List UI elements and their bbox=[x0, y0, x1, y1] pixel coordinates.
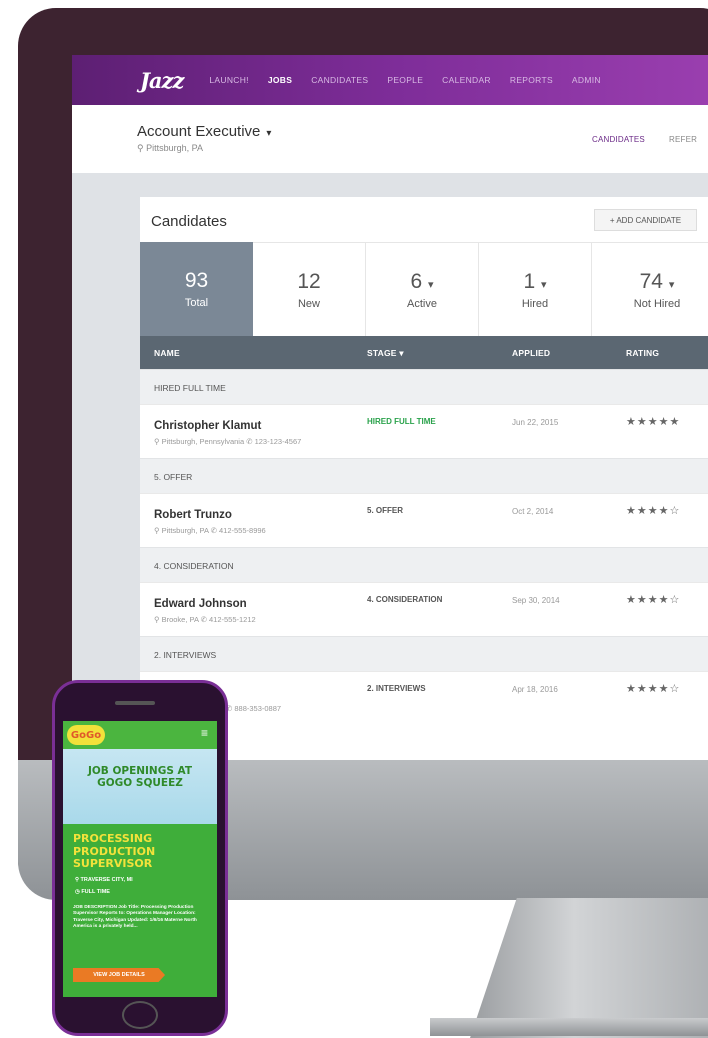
title-line: PROCESSING bbox=[73, 832, 153, 845]
caret-down-icon: ▾ bbox=[428, 278, 434, 291]
gogo-logo[interactable]: GoGo bbox=[67, 725, 105, 745]
table-row[interactable]: Christopher Klamut ⚲ Pittsburgh, Pennsyl… bbox=[140, 404, 708, 458]
stat-label: New bbox=[297, 297, 320, 310]
stat-hired[interactable]: 1 ▾ Hired bbox=[479, 242, 592, 336]
job-posting-title: PROCESSING PRODUCTION SUPERVISOR bbox=[73, 832, 213, 871]
nav-item-people[interactable]: PEOPLE bbox=[387, 75, 423, 85]
phone-speaker bbox=[115, 701, 155, 705]
stat-label: Total bbox=[184, 297, 209, 309]
column-header-stage[interactable]: STAGE ▾ bbox=[367, 348, 404, 359]
stat-total[interactable]: 93 Total bbox=[140, 242, 253, 336]
candidate-meta: ⚲ Pittsburgh, Pennsylvania ✆ 123-123-456… bbox=[154, 437, 302, 446]
group-header: 5. OFFER bbox=[140, 458, 708, 493]
candidate-name[interactable]: Robert Trunzo bbox=[154, 509, 232, 521]
star-rating: ★★★★☆ bbox=[626, 594, 681, 606]
candidate-meta: ⚲ Brooke, PA ✆ 412-555-1212 bbox=[154, 615, 256, 624]
panel-title: Candidates bbox=[151, 213, 227, 230]
nav-item-launch[interactable]: LAUNCH! bbox=[209, 75, 248, 85]
group-header: HIRED FULL TIME bbox=[140, 369, 708, 404]
column-header-applied[interactable]: APPLIED bbox=[512, 348, 550, 358]
phone-device: GoGo ≡ JOB OPENINGS AT GOGO SQUEEZ PROCE… bbox=[52, 680, 228, 1036]
candidate-name[interactable]: Christopher Klamut bbox=[154, 420, 261, 432]
candidates-panel: Candidates + ADD CANDIDATE 93 Total 12 N… bbox=[140, 197, 708, 760]
candidate-applied-date: Sep 30, 2014 bbox=[512, 596, 560, 605]
star-rating: ★★★★☆ bbox=[626, 683, 681, 695]
candidate-applied-date: Jun 22, 2015 bbox=[512, 418, 559, 427]
candidate-stage: HIRED FULL TIME bbox=[367, 417, 436, 426]
job-location: ⚲ Pittsburgh, PA bbox=[137, 143, 203, 153]
candidate-applied-date: Oct 2, 2014 bbox=[512, 507, 554, 516]
stat-active[interactable]: 6 ▾ Active bbox=[366, 242, 479, 336]
star-rating: ★★★★☆ bbox=[626, 505, 681, 517]
caret-down-icon: ▾ bbox=[668, 278, 675, 291]
stats-bar: 93 Total 12 New 6 ▾ Active 1 ▾ Hired 74 … bbox=[140, 242, 708, 336]
stat-label: Active bbox=[407, 297, 437, 310]
group-label: 5. OFFER bbox=[154, 472, 193, 482]
stat-number: 1 bbox=[523, 269, 536, 293]
top-nav: Jazz LAUNCH! JOBS CANDIDATES PEOPLE CALE… bbox=[72, 55, 708, 105]
candidate-meta: ✆ 888-353-0887 bbox=[226, 704, 282, 713]
phone-screen: GoGo ≡ JOB OPENINGS AT GOGO SQUEEZ PROCE… bbox=[63, 721, 217, 997]
group-header: 2. INTERVIEWS bbox=[140, 636, 708, 671]
column-header-name[interactable]: NAME bbox=[154, 348, 180, 358]
candidate-stage: 2. INTERVIEWS bbox=[367, 684, 426, 693]
job-type: ◷ FULL TIME bbox=[75, 889, 110, 895]
group-header: 4. CONSIDERATION bbox=[140, 547, 708, 582]
stat-not-hired[interactable]: 74 ▾ Not Hired bbox=[592, 242, 708, 336]
column-header-rating[interactable]: RATING bbox=[626, 348, 659, 358]
table-header: NAME STAGE ▾ APPLIED RATING bbox=[140, 336, 708, 369]
candidate-stage: 4. CONSIDERATION bbox=[367, 595, 443, 604]
tab-candidates[interactable]: CANDIDATES bbox=[592, 135, 645, 144]
job-title-dropdown[interactable]: Account Executive ▾ bbox=[137, 123, 271, 140]
heading-line: GOGO SQUEEZ bbox=[97, 777, 183, 790]
nav-item-jobs[interactable]: JOBS bbox=[268, 75, 292, 85]
hamburger-menu-icon[interactable]: ≡ bbox=[201, 726, 208, 740]
job-title: Account Executive bbox=[137, 123, 261, 140]
candidate-stage: 5. OFFER bbox=[367, 506, 404, 515]
nav-item-admin[interactable]: ADMIN bbox=[572, 75, 601, 85]
caret-down-icon: ▾ bbox=[541, 278, 547, 291]
phone-heading: JOB OPENINGS AT GOGO SQUEEZ bbox=[63, 765, 217, 789]
stat-label: Hired bbox=[521, 297, 549, 310]
caret-down-icon: ▾ bbox=[266, 128, 272, 139]
group-label: 2. INTERVIEWS bbox=[154, 650, 217, 660]
title-line: SUPERVISOR bbox=[73, 857, 153, 871]
job-location: ⚲ TRAVERSE CITY, MI bbox=[75, 877, 133, 883]
stat-value: 12 bbox=[297, 269, 321, 293]
stat-label: Not Hired bbox=[633, 297, 681, 310]
group-label: HIRED FULL TIME bbox=[154, 383, 226, 393]
monitor-screen: Jazz LAUNCH! JOBS CANDIDATES PEOPLE CALE… bbox=[72, 55, 708, 760]
nav-item-candidates[interactable]: CANDIDATES bbox=[311, 75, 368, 85]
add-candidate-button[interactable]: + ADD CANDIDATE bbox=[594, 209, 697, 231]
stat-value: 74 ▾ bbox=[640, 270, 675, 294]
stat-number: 6 bbox=[410, 269, 423, 293]
phone-home-button[interactable] bbox=[122, 1001, 158, 1029]
job-header: Account Executive ▾ ⚲ Pittsburgh, PA CAND… bbox=[72, 105, 708, 173]
star-rating: ★★★★★ bbox=[626, 416, 681, 428]
stat-value: 1 ▾ bbox=[523, 270, 546, 294]
app-logo[interactable]: Jazz bbox=[140, 68, 184, 93]
nav-item-reports[interactable]: REPORTS bbox=[510, 75, 553, 85]
monitor-stand bbox=[470, 898, 708, 1038]
table-row[interactable]: Robert Trunzo ⚲ Pittsburgh, PA ✆ 412-555… bbox=[140, 493, 708, 547]
monitor-stand-base bbox=[430, 1018, 708, 1036]
table-row[interactable]: Edward Johnson ⚲ Brooke, PA ✆ 412-555-12… bbox=[140, 582, 708, 636]
job-description: JOB DESCRIPTION Job Title: Processing Pr… bbox=[73, 905, 197, 930]
stat-number: 74 bbox=[639, 269, 663, 293]
stat-new[interactable]: 12 New bbox=[253, 242, 366, 336]
group-label: 4. CONSIDERATION bbox=[154, 561, 234, 571]
candidate-applied-date: Apr 18, 2016 bbox=[512, 685, 558, 694]
stat-value: 93 bbox=[184, 269, 209, 292]
nav-item-calendar[interactable]: CALENDAR bbox=[442, 75, 491, 85]
view-job-details-button[interactable]: VIEW JOB DETAILS bbox=[73, 968, 165, 982]
candidate-meta: ⚲ Pittsburgh, PA ✆ 412-555-8996 bbox=[154, 526, 266, 535]
stat-value: 6 ▾ bbox=[410, 270, 433, 294]
candidate-name[interactable]: Edward Johnson bbox=[154, 598, 247, 610]
heading-line: JOB OPENINGS AT bbox=[87, 765, 193, 777]
tab-refer[interactable]: REFER bbox=[669, 135, 697, 144]
